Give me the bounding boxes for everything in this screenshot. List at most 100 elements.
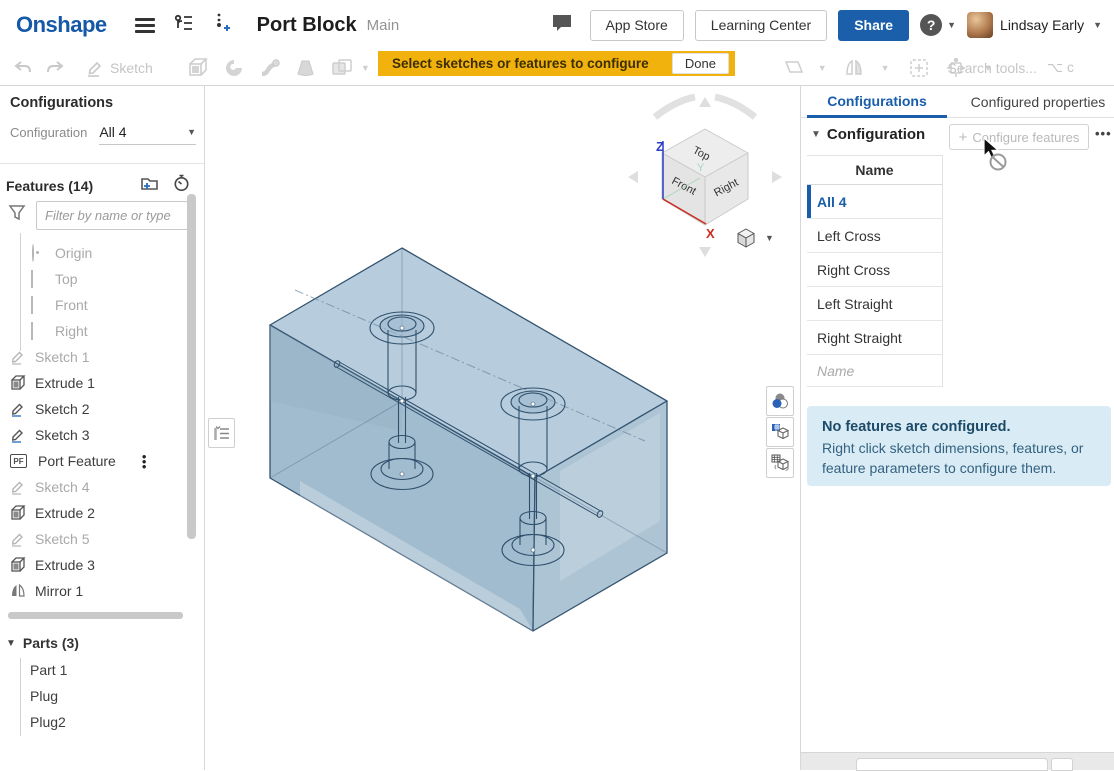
tab-configured-properties[interactable]: Configured properties xyxy=(963,86,1113,118)
feature-item-front-plane[interactable]: Front xyxy=(0,292,184,318)
learning-center-button[interactable]: Learning Center xyxy=(695,10,827,41)
insert-new-element-icon[interactable] xyxy=(213,12,231,39)
configurations-panel-button[interactable] xyxy=(766,417,794,447)
done-button[interactable]: Done xyxy=(672,53,729,74)
app-store-button[interactable]: App Store xyxy=(590,10,684,41)
config-row-left-straight[interactable]: Left Straight xyxy=(807,287,943,321)
sketch-button[interactable]: Sketch xyxy=(86,59,153,77)
plane-icon xyxy=(30,297,46,313)
configurations-panel-title: Configurations xyxy=(10,95,204,111)
redo-icon[interactable] xyxy=(46,60,64,76)
app-header: Onshape Port Block Main App Store Learni… xyxy=(0,0,1114,50)
config-row-all4[interactable]: All 4 xyxy=(807,185,943,219)
config-row-right-straight[interactable]: Right Straight xyxy=(807,321,943,355)
user-name: Lindsay Early xyxy=(1000,17,1084,33)
extrude-icon xyxy=(10,505,26,521)
extrude-icon xyxy=(10,557,26,573)
parts-section-header[interactable]: ▼ Parts (3) xyxy=(6,635,196,651)
feature-label: Extrude 3 xyxy=(35,557,95,573)
share-button[interactable]: Share xyxy=(838,10,909,41)
feature-item-sketch2[interactable]: Sketch 2 xyxy=(0,396,184,422)
configure-mode-banner: Select sketches or features to configure… xyxy=(378,51,735,76)
feature-item-origin[interactable]: Origin xyxy=(0,240,184,266)
loft-icon[interactable] xyxy=(295,58,317,78)
part-item-plug2[interactable]: Plug2 xyxy=(30,709,190,735)
appearance-panel-button[interactable] xyxy=(766,386,794,416)
origin-icon xyxy=(30,245,46,261)
configuration-section-header[interactable]: ▼ Configuration xyxy=(809,126,925,143)
history-stopwatch-icon[interactable] xyxy=(173,174,190,197)
filter-funnel-icon[interactable] xyxy=(8,204,26,226)
chevron-down-icon: ▼ xyxy=(187,127,196,137)
feature-label: Port Feature xyxy=(38,453,116,469)
chevron-down-icon[interactable]: ▼ xyxy=(361,63,370,73)
sketch-icon xyxy=(10,531,26,547)
sweep-icon[interactable] xyxy=(259,58,281,78)
feature-item-sketch5[interactable]: Sketch 5 xyxy=(0,526,184,552)
feature-label: Mirror 1 xyxy=(35,583,83,599)
axis-z-label: Z xyxy=(656,139,664,154)
search-tools-input[interactable]: Search tools... ⌥ c xyxy=(947,59,1074,76)
config-row-new[interactable]: Name xyxy=(807,355,943,387)
chevron-down-icon[interactable]: ▼ xyxy=(818,63,827,73)
feature-label: Sketch 3 xyxy=(35,427,89,443)
panel-tabs: Configurations Configured properties xyxy=(801,86,1114,118)
tab-configurations[interactable]: Configurations xyxy=(807,86,947,118)
feature-item-right-plane[interactable]: Right xyxy=(0,318,184,344)
feature-tree: Origin Top Front Right Sketch 1 E xyxy=(0,233,205,621)
mirror-icon xyxy=(10,583,26,599)
sketch-icon xyxy=(10,479,26,495)
feature-label: Origin xyxy=(55,245,92,261)
bottom-tab[interactable] xyxy=(856,758,1048,771)
configured-properties-panel-button[interactable] xyxy=(766,448,794,478)
feature-item-sketch1[interactable]: Sketch 1 xyxy=(0,344,184,370)
help-menu[interactable]: ? ▼ xyxy=(920,14,956,36)
feature-label: Front xyxy=(55,297,88,313)
pencil-icon xyxy=(86,59,104,77)
feature-item-extrude1[interactable]: Extrude 1 xyxy=(0,370,184,396)
feature-item-mirror1[interactable]: Mirror 1 xyxy=(0,578,184,604)
plane-icon[interactable] xyxy=(780,58,804,78)
feature-context-menu-icon[interactable]: ••• xyxy=(142,454,147,469)
undo-icon[interactable] xyxy=(14,60,32,76)
comment-icon[interactable] xyxy=(551,13,573,38)
feature-item-top-plane[interactable]: Top xyxy=(0,266,184,292)
features-vertical-scrollbar[interactable] xyxy=(187,194,196,539)
graphics-area[interactable]: Top Front Right Y Z X ▼ xyxy=(205,86,800,770)
collapse-feature-list-button[interactable] xyxy=(208,418,235,448)
panel-more-menu-icon[interactable]: ••• xyxy=(1095,126,1112,141)
feature-item-port-feature[interactable]: PF Port Feature ••• xyxy=(0,448,184,474)
part-item-part1[interactable]: Part 1 xyxy=(30,657,190,683)
feature-item-sketch4[interactable]: Sketch 4 xyxy=(0,474,184,500)
avatar[interactable] xyxy=(967,12,993,38)
configure-features-button[interactable]: + Configure features xyxy=(949,124,1089,150)
boolean-icon[interactable] xyxy=(331,58,355,78)
feature-item-sketch3[interactable]: Sketch 3 xyxy=(0,422,184,448)
feature-item-extrude3[interactable]: Extrude 3 xyxy=(0,552,184,578)
feature-label: Sketch 5 xyxy=(35,531,89,547)
feature-label: Right xyxy=(55,323,88,339)
pattern-mirror-icon[interactable] xyxy=(843,58,867,78)
column-header-name[interactable]: Name xyxy=(807,156,943,185)
config-row-right-cross[interactable]: Right Cross xyxy=(807,253,943,287)
versions-icon[interactable] xyxy=(173,13,195,38)
feature-item-extrude2[interactable]: Extrude 2 xyxy=(0,500,184,526)
configuration-panel: Configurations Configured properties ▼ C… xyxy=(800,86,1114,770)
chevron-down-icon[interactable]: ▼ xyxy=(881,63,890,73)
config-row-left-cross[interactable]: Left Cross xyxy=(807,219,943,253)
not-allowed-icon xyxy=(991,155,1006,170)
configuration-dropdown[interactable]: All 4 ▼ xyxy=(99,119,196,145)
features-horizontal-scrollbar[interactable] xyxy=(8,612,183,619)
main-menu-icon[interactable] xyxy=(135,15,155,36)
create-folder-icon[interactable] xyxy=(140,175,159,196)
revolve-icon[interactable] xyxy=(223,58,245,78)
insert-plus-icon[interactable] xyxy=(908,58,930,78)
sketch-icon xyxy=(10,401,26,417)
extrude-icon[interactable] xyxy=(187,58,209,78)
view-orientation-button[interactable]: ▼ xyxy=(735,227,774,249)
bottom-tab-small[interactable] xyxy=(1051,758,1073,771)
part-item-plug[interactable]: Plug xyxy=(30,683,190,709)
help-icon[interactable]: ? xyxy=(920,14,942,36)
filter-input[interactable] xyxy=(36,201,188,230)
user-menu[interactable]: Lindsay Early ▼ xyxy=(967,12,1102,38)
